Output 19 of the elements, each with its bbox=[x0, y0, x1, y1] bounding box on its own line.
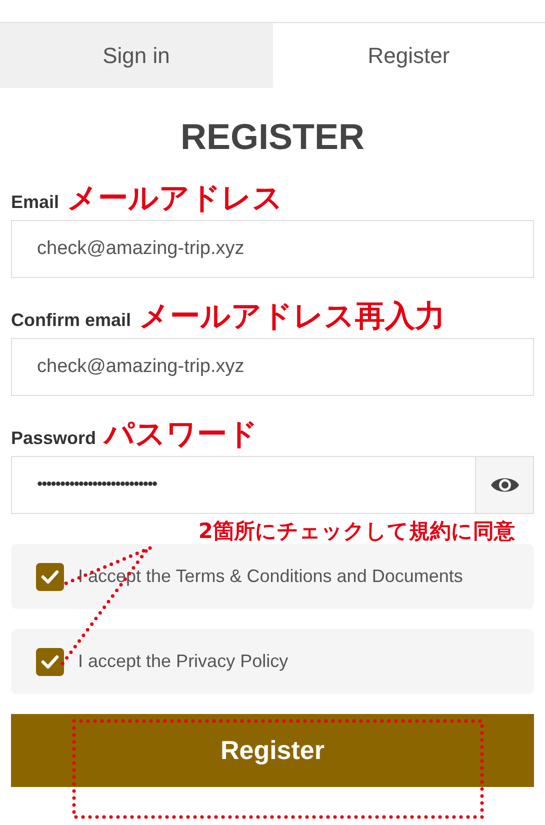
annotation-text: パスワード bbox=[104, 416, 258, 454]
register-button[interactable]: Register bbox=[11, 714, 534, 787]
check-icon bbox=[41, 570, 59, 584]
check-icon bbox=[41, 654, 59, 668]
checkbox-label: I accept the Privacy Policy bbox=[78, 651, 288, 672]
page-title: REGISTER bbox=[179, 115, 366, 159]
field-label: Confirm email bbox=[11, 310, 132, 331]
field-label: Password bbox=[11, 428, 96, 449]
password-field[interactable]: •••••••••••••••••••••••••• bbox=[11, 456, 534, 514]
annotation-text: メールアドレス再入力 bbox=[139, 298, 446, 336]
annotation-text: メールアドレス bbox=[67, 180, 284, 218]
checkbox[interactable] bbox=[36, 562, 64, 590]
tab[interactable]: Sign in bbox=[0, 23, 272, 88]
input-field[interactable]: check@amazing-trip.xyz bbox=[11, 338, 534, 396]
input-field[interactable]: check@amazing-trip.xyz bbox=[11, 220, 534, 278]
checkbox[interactable] bbox=[36, 648, 64, 676]
field-label: Email bbox=[11, 192, 60, 213]
annotation-text: 2箇所にチェックして規約に同意 bbox=[198, 518, 515, 544]
show-password-button[interactable] bbox=[475, 457, 533, 513]
